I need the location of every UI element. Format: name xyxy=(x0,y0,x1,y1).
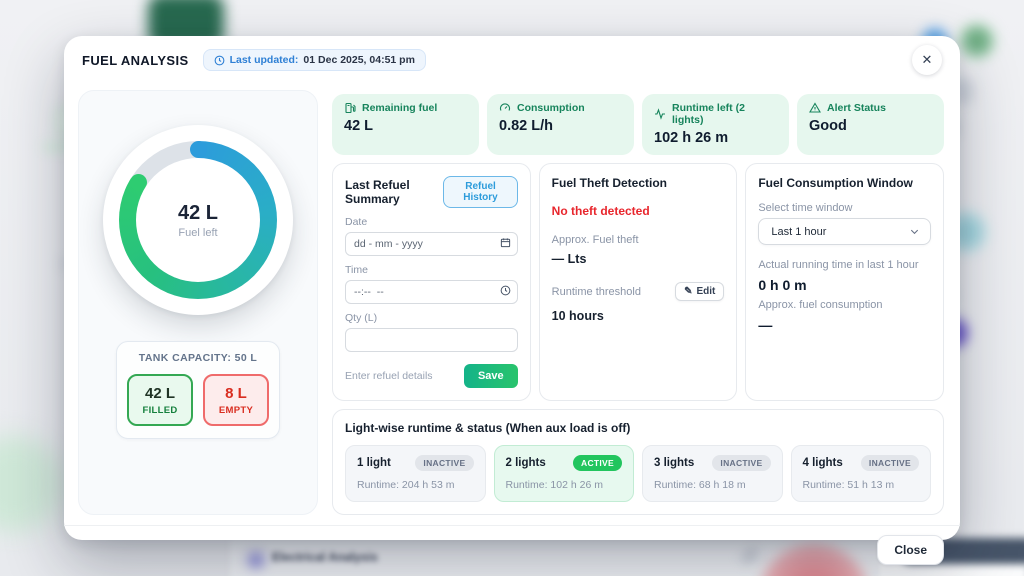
approx-theft-label: Approx. Fuel theft xyxy=(552,234,725,246)
approx-consumption-value: — xyxy=(758,317,931,333)
time-window-select[interactable]: Last 1 hour xyxy=(758,218,931,245)
refuel-note: Enter refuel details xyxy=(345,370,433,382)
threshold-value: 10 hours xyxy=(552,309,725,323)
theft-status: No theft detected xyxy=(552,204,725,218)
fuel-pump-icon xyxy=(344,102,356,114)
tank-empty-badge: 8 L EMPTY xyxy=(203,374,269,426)
status-badge: INACTIVE xyxy=(861,455,919,471)
stat-label: Consumption xyxy=(517,102,585,114)
modal-body: 42 L Fuel left TANK CAPACITY: 50 L 42 L … xyxy=(64,84,960,525)
light-card-4: 4 lights INACTIVE Runtime: 51 h 13 m xyxy=(791,445,932,502)
refuel-history-button[interactable]: Refuel History xyxy=(443,176,517,208)
panel-title: Fuel Consumption Window xyxy=(758,176,931,190)
light-name: 3 lights xyxy=(654,457,694,469)
gauge-icon xyxy=(499,102,511,114)
running-time-value: 0 h 0 m xyxy=(758,277,931,293)
light-runtime: Runtime: 68 h 18 m xyxy=(654,479,771,491)
qty-input[interactable] xyxy=(345,328,518,352)
fuel-donut-chart: 42 L Fuel left xyxy=(103,125,293,315)
stats-row: Remaining fuel 42 L Consumption 0.82 L/h xyxy=(332,94,944,155)
panel-title: Last Refuel Summary xyxy=(345,178,443,206)
stat-runtime-left: Runtime left (2 lights) 102 h 26 m xyxy=(642,94,789,155)
details-column: Remaining fuel 42 L Consumption 0.82 L/h xyxy=(332,90,944,515)
stat-consumption: Consumption 0.82 L/h xyxy=(487,94,634,155)
status-badge: INACTIVE xyxy=(712,455,770,471)
warning-icon xyxy=(809,102,821,114)
stat-value: 42 L xyxy=(344,118,467,134)
fuel-consumption-window-panel: Fuel Consumption Window Select time wind… xyxy=(745,163,944,401)
tank-filled-value: 42 L xyxy=(133,385,187,402)
fuel-gauge-panel: 42 L Fuel left TANK CAPACITY: 50 L 42 L … xyxy=(78,90,318,515)
light-name: 1 light xyxy=(357,457,391,469)
stat-label: Alert Status xyxy=(827,102,886,114)
fuel-theft-panel: Fuel Theft Detection No theft detected A… xyxy=(539,163,738,401)
background-green-glow xyxy=(0,436,62,532)
select-time-window-label: Select time window xyxy=(758,202,931,214)
fuel-left-caption: Fuel left xyxy=(178,227,217,239)
date-input[interactable] xyxy=(345,232,518,256)
status-badge: INACTIVE xyxy=(415,455,473,471)
time-label: Time xyxy=(345,264,518,276)
pencil-icon: ✎ xyxy=(684,286,692,297)
qty-label: Qty (L) xyxy=(345,312,518,324)
light-name: 2 lights xyxy=(506,457,546,469)
last-updated-label: Last updated: xyxy=(230,54,299,66)
light-runtime: Runtime: 102 h 26 m xyxy=(506,479,623,491)
tank-empty-value: 8 L xyxy=(209,385,263,402)
light-name: 4 lights xyxy=(803,457,843,469)
modal-footer: Close xyxy=(64,525,960,574)
light-card-2: 2 lights ACTIVE Runtime: 102 h 26 m xyxy=(494,445,635,502)
last-updated-value: 01 Dec 2025, 04:51 pm xyxy=(303,54,415,66)
stat-label: Remaining fuel xyxy=(362,102,437,114)
panel-title: Fuel Theft Detection xyxy=(552,176,725,190)
approx-theft-value: — Lts xyxy=(552,252,725,266)
last-refuel-summary-panel: Last Refuel Summary Refuel History Date … xyxy=(332,163,531,401)
stat-remaining-fuel: Remaining fuel 42 L xyxy=(332,94,479,155)
edit-label: Edit xyxy=(696,286,715,297)
tank-empty-label: EMPTY xyxy=(209,405,263,416)
last-updated-badge: Last updated: 01 Dec 2025, 04:51 pm xyxy=(203,49,426,71)
stat-value: Good xyxy=(809,118,932,134)
edit-button[interactable]: ✎ Edit xyxy=(675,282,724,301)
time-input[interactable] xyxy=(345,280,518,304)
clock-icon xyxy=(500,285,511,296)
stat-value: 102 h 26 m xyxy=(654,130,777,146)
time-window-selected: Last 1 hour xyxy=(771,226,826,238)
running-time-label: Actual running time in last 1 hour xyxy=(758,259,931,271)
tank-capacity-title: TANK CAPACITY: 50 L xyxy=(127,352,269,364)
save-button[interactable]: Save xyxy=(464,364,518,388)
close-icon[interactable]: ✕ xyxy=(912,45,942,75)
calendar-icon xyxy=(500,237,511,248)
fuel-analysis-modal: FUEL ANALYSIS Last updated: 01 Dec 2025,… xyxy=(64,36,960,540)
status-badge: ACTIVE xyxy=(573,455,622,471)
donut-cap-blue xyxy=(190,141,207,158)
tank-filled-badge: 42 L FILLED xyxy=(127,374,193,426)
page-title: FUEL ANALYSIS xyxy=(82,53,189,68)
light-runtime: Runtime: 204 h 53 m xyxy=(357,479,474,491)
light-runtime: Runtime: 51 h 13 m xyxy=(803,479,920,491)
light-card-1: 1 light INACTIVE Runtime: 204 h 53 m xyxy=(345,445,486,502)
threshold-label: Runtime threshold xyxy=(552,286,641,298)
tank-capacity-card: TANK CAPACITY: 50 L 42 L FILLED 8 L EMPT… xyxy=(116,341,280,439)
stat-value: 0.82 L/h xyxy=(499,118,622,134)
modal-header: FUEL ANALYSIS Last updated: 01 Dec 2025,… xyxy=(64,36,960,84)
chevron-down-icon xyxy=(909,226,920,237)
fuel-left-value: 42 L xyxy=(178,202,218,225)
lights-runtime-section: Light-wise runtime & status (When aux lo… xyxy=(332,409,944,515)
tank-filled-label: FILLED xyxy=(133,405,187,416)
approx-consumption-label: Approx. fuel consumption xyxy=(758,299,931,311)
light-card-3: 3 lights INACTIVE Runtime: 68 h 18 m xyxy=(642,445,783,502)
mid-row: Last Refuel Summary Refuel History Date … xyxy=(332,163,944,401)
stat-label: Runtime left (2 lights) xyxy=(672,102,777,126)
stat-alert-status: Alert Status Good xyxy=(797,94,944,155)
activity-icon xyxy=(654,108,666,120)
close-button[interactable]: Close xyxy=(877,535,944,565)
clock-icon xyxy=(214,55,225,66)
lights-section-title: Light-wise runtime & status (When aux lo… xyxy=(345,421,931,435)
date-label: Date xyxy=(345,216,518,228)
background-avatar-green xyxy=(958,22,996,60)
